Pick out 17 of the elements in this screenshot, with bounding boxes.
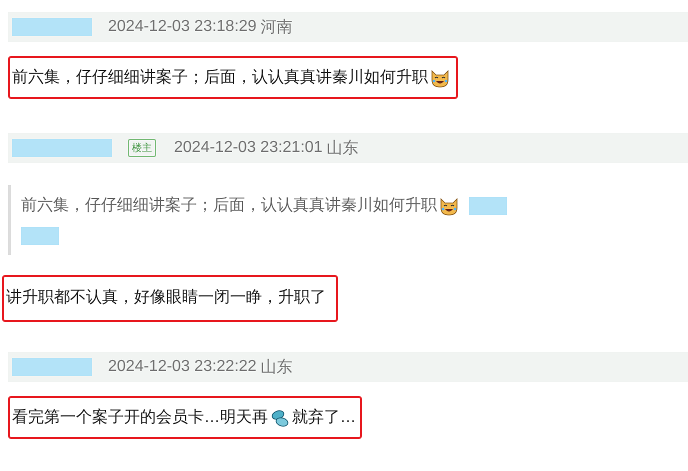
comment-location: 山东 — [326, 138, 359, 158]
author-badge: 楼主 — [128, 139, 156, 157]
laughing-cat-icon — [430, 68, 450, 88]
redacted-text — [21, 226, 59, 245]
laughing-cat-icon — [439, 196, 459, 216]
comment-text: 看完第一个案子开的会员卡…明天再 — [12, 409, 268, 426]
redacted-text — [469, 196, 507, 215]
comment-text: 前六集，仔仔细细讲案子；后面，认认真真讲秦川如何升职 — [12, 69, 428, 86]
comment-time: 2024-12-03 23:21:01 — [174, 139, 323, 157]
comment-time: 2024-12-03 23:22:22 — [108, 358, 257, 376]
quote-text: 前六集，仔仔细细讲案子；后面，认认真真讲秦川如何升职 — [21, 197, 437, 214]
pill-icon — [270, 408, 290, 428]
comment-location: 河南 — [260, 18, 293, 38]
comment-time: 2024-12-03 23:18:29 — [108, 18, 257, 36]
comment-text: 就弃了… — [292, 409, 356, 426]
comment-location: 山东 — [260, 358, 293, 378]
comment-text: 讲升职都不认真，好像眼睛一闭一睁，升职了 — [6, 289, 326, 306]
